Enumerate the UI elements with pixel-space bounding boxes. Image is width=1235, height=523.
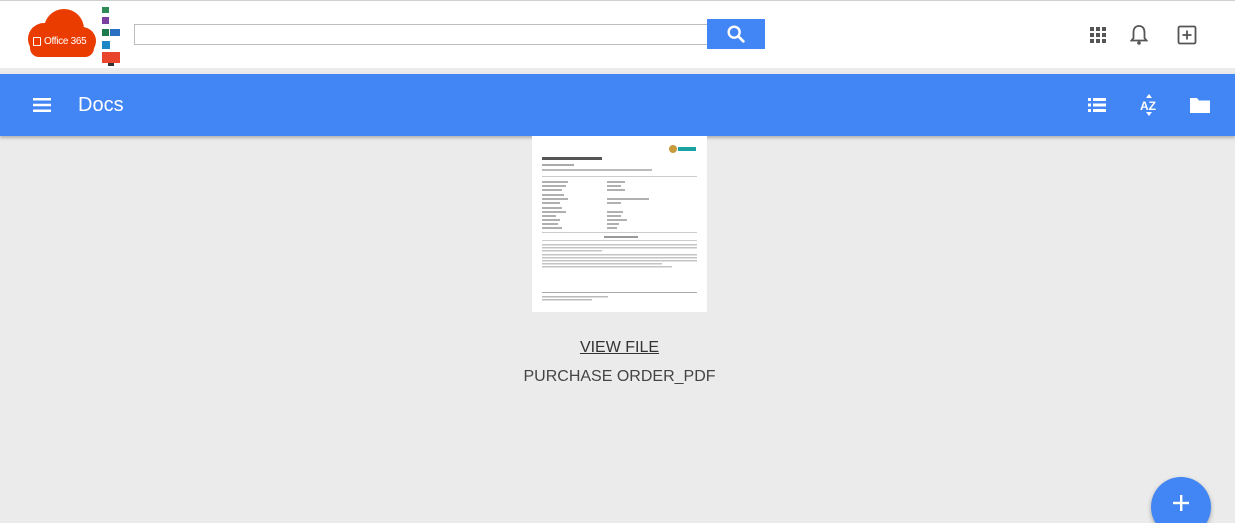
- app-tiles-icon: [100, 5, 128, 67]
- list-view-icon[interactable]: [1085, 93, 1109, 117]
- document-thumbnail[interactable]: [532, 136, 707, 312]
- cloud-icon: [22, 5, 100, 63]
- office-365-logo[interactable]: Office 365: [22, 5, 128, 67]
- top-header: Office 365: [0, 0, 1235, 68]
- menu-icon[interactable]: [30, 93, 54, 117]
- apps-icon[interactable]: [1086, 23, 1110, 47]
- plus-icon: [1173, 495, 1189, 511]
- page-title: Docs: [78, 94, 124, 116]
- search-icon: [727, 25, 745, 43]
- document-preview-image: [542, 145, 697, 301]
- app-bar: Docs AZ: [0, 74, 1235, 136]
- search-button[interactable]: [707, 19, 765, 49]
- view-file-link[interactable]: VIEW FILE: [532, 339, 707, 357]
- add-box-icon[interactable]: [1175, 23, 1199, 47]
- add-button[interactable]: [1151, 477, 1211, 523]
- bell-icon[interactable]: [1127, 23, 1151, 47]
- search-input[interactable]: [134, 24, 709, 45]
- svg-text:AZ: AZ: [1140, 99, 1156, 113]
- file-name: PURCHASE ORDER_PDF: [523, 368, 716, 385]
- sort-az-icon[interactable]: AZ: [1137, 93, 1161, 117]
- folder-icon[interactable]: [1188, 93, 1212, 117]
- office-square-icon: [33, 37, 41, 46]
